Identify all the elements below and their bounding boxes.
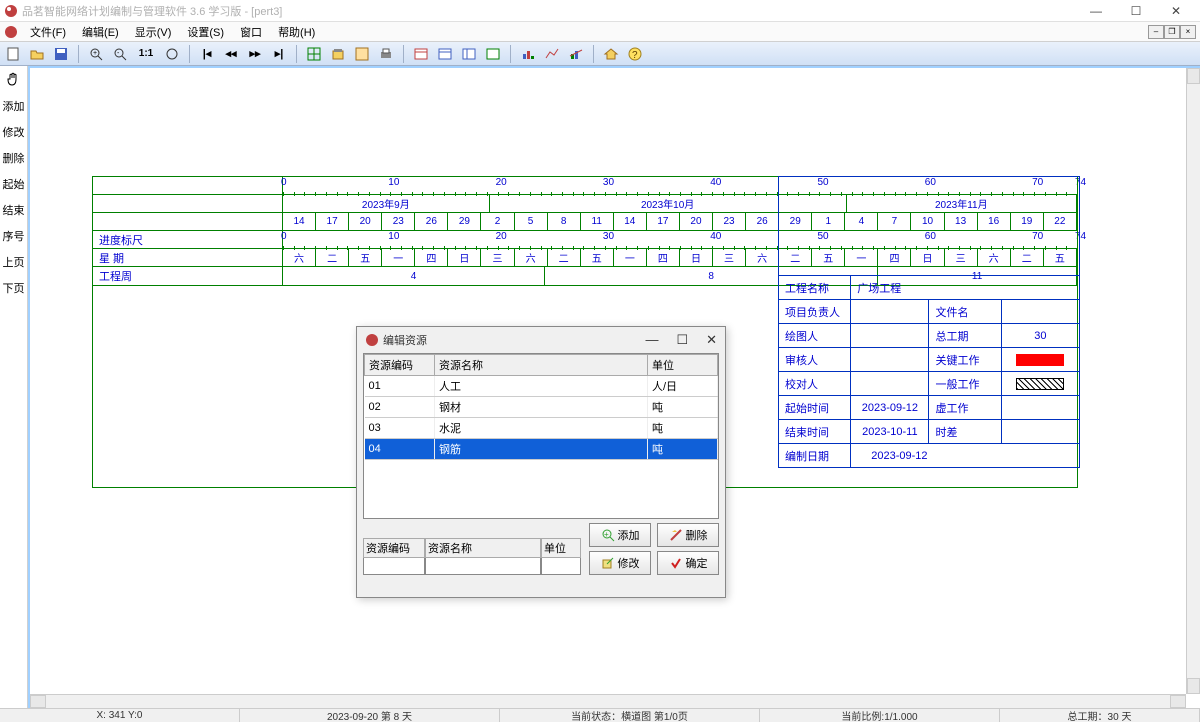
table1-icon[interactable]: [412, 45, 430, 63]
dialog-icon: [365, 333, 379, 347]
toolbar: + - 1:1 |◂ ◂◂ ▸▸ ▸| ?: [0, 42, 1200, 66]
zoom-out-icon[interactable]: -: [111, 45, 129, 63]
dialog-title: 编辑资源: [383, 332, 645, 348]
new-icon[interactable]: [4, 45, 22, 63]
minimize-button[interactable]: —: [1076, 1, 1116, 21]
left-tool-1[interactable]: 修改: [3, 124, 25, 140]
layer-icon[interactable]: [329, 45, 347, 63]
left-tool-0[interactable]: 添加: [3, 98, 25, 114]
zoom-fit-icon[interactable]: [163, 45, 181, 63]
prev-icon[interactable]: ◂◂: [222, 45, 240, 63]
table-row[interactable]: 03水泥吨: [365, 418, 718, 439]
left-tool-5[interactable]: 序号: [3, 228, 25, 244]
delete-button[interactable]: 删除: [657, 523, 719, 547]
mdi-app-icon: [4, 25, 18, 39]
input-row: 资源编码 资源名称 单位: [363, 538, 581, 575]
info-table: 工程名称广场工程 项目负责人文件名 绘图人总工期30 审核人关键工作 校对人一般…: [778, 275, 1080, 468]
print-icon[interactable]: [377, 45, 395, 63]
open-icon[interactable]: [28, 45, 46, 63]
zoom-in-icon[interactable]: +: [87, 45, 105, 63]
scale-label: 进度标尺: [93, 231, 283, 248]
mdi-controls: – ❐ ×: [1148, 25, 1196, 39]
svg-text:+: +: [604, 530, 609, 539]
last-icon[interactable]: ▸|: [270, 45, 288, 63]
left-tool-7[interactable]: 下页: [3, 280, 25, 296]
dialog-titlebar[interactable]: 编辑资源 — ☐ ✕: [357, 327, 725, 353]
menu-settings[interactable]: 设置(S): [179, 22, 232, 42]
table-row[interactable]: 01人工人/日: [365, 376, 718, 397]
first-icon[interactable]: |◂: [198, 45, 216, 63]
normal-legend: [1016, 378, 1064, 390]
projweek-label: 工程周: [93, 267, 283, 285]
resource-icon[interactable]: [353, 45, 371, 63]
col-code[interactable]: 资源编码: [365, 355, 435, 376]
col-name[interactable]: 资源名称: [435, 355, 648, 376]
edit-resource-dialog: 编辑资源 — ☐ ✕ 资源编码 资源名称 单位 01人工人/日02钢材吨03水泥…: [356, 326, 726, 598]
left-toolbar: 添加修改删除起始结束序号上页下页: [0, 66, 28, 708]
table-row[interactable]: 04钢筋吨: [365, 439, 718, 460]
menu-help[interactable]: 帮助(H): [270, 22, 323, 42]
menubar: 文件(F) 编辑(E) 显示(V) 设置(S) 窗口 帮助(H) – ❐ ×: [0, 22, 1200, 42]
chart3-icon[interactable]: [567, 45, 585, 63]
dialog-minimize[interactable]: —: [645, 332, 658, 348]
left-tool-6[interactable]: 上页: [3, 254, 25, 270]
code-input-label: 资源编码: [363, 538, 425, 558]
menu-file[interactable]: 文件(F): [22, 22, 74, 42]
titlebar: 品茗智能网络计划编制与管理软件 3.6 学习版 - [pert3] — ☐ ✕: [0, 0, 1200, 22]
app-icon: [4, 4, 18, 18]
menu-window[interactable]: 窗口: [232, 22, 270, 42]
statusbar: X: 341 Y:0 2023-09-20 第 8 天 当前状态：横道图 第1/…: [0, 708, 1200, 722]
svg-text:-: -: [117, 50, 120, 57]
week-label: 星 期: [93, 249, 283, 266]
mdi-minimize[interactable]: –: [1148, 25, 1164, 39]
mdi-close[interactable]: ×: [1180, 25, 1196, 39]
home-icon[interactable]: [602, 45, 620, 63]
menu-edit[interactable]: 编辑(E): [74, 22, 127, 42]
name-input-label: 资源名称: [425, 538, 541, 558]
info-panel: 工程名称广场工程 项目负责人文件名 绘图人总工期30 审核人关键工作 校对人一般…: [778, 176, 1080, 468]
resource-table[interactable]: 资源编码 资源名称 单位 01人工人/日02钢材吨03水泥吨04钢筋吨: [363, 353, 719, 519]
left-tool-2[interactable]: 删除: [3, 150, 25, 166]
status-coord: X: 341 Y:0: [0, 709, 240, 722]
svg-text:?: ?: [632, 50, 638, 61]
scrollbar-horizontal[interactable]: [30, 694, 1186, 708]
menu-view[interactable]: 显示(V): [127, 22, 180, 42]
hand-tool-icon[interactable]: [5, 70, 23, 88]
status-total: 总工期：30 天: [1000, 709, 1200, 722]
maximize-button[interactable]: ☐: [1116, 1, 1156, 21]
col-unit[interactable]: 单位: [648, 355, 718, 376]
table-row[interactable]: 02钢材吨: [365, 397, 718, 418]
unit-input[interactable]: [541, 558, 581, 575]
mdi-restore[interactable]: ❐: [1164, 25, 1180, 39]
status-date: 2023-09-20 第 8 天: [240, 709, 500, 722]
chart1-icon[interactable]: [519, 45, 537, 63]
unit-input-label: 单位: [541, 538, 581, 558]
dialog-maximize[interactable]: ☐: [676, 332, 688, 348]
add-button[interactable]: +添加: [589, 523, 651, 547]
status-ratio: 当前比例:1/1.000: [760, 709, 1000, 722]
modify-button[interactable]: 修改: [589, 551, 651, 575]
left-tool-3[interactable]: 起始: [3, 176, 25, 192]
scrollbar-vertical[interactable]: [1186, 68, 1200, 694]
save-icon[interactable]: [52, 45, 70, 63]
close-button[interactable]: ✕: [1156, 1, 1196, 21]
left-tool-4[interactable]: 结束: [3, 202, 25, 218]
status-state: 当前状态：横道图 第1/0页: [500, 709, 760, 722]
window-title: 品茗智能网络计划编制与管理软件 3.6 学习版 - [pert3]: [22, 3, 1076, 19]
zoom-11-icon[interactable]: 1:1: [135, 45, 157, 63]
table4-icon[interactable]: [484, 45, 502, 63]
table2-icon[interactable]: [436, 45, 454, 63]
grid-icon[interactable]: [305, 45, 323, 63]
table3-icon[interactable]: [460, 45, 478, 63]
ok-button[interactable]: 确定: [657, 551, 719, 575]
code-input[interactable]: [363, 558, 425, 575]
svg-text:+: +: [93, 50, 97, 57]
critical-legend: [1016, 354, 1064, 366]
name-input[interactable]: [425, 558, 541, 575]
dialog-close[interactable]: ✕: [706, 332, 717, 348]
help-icon[interactable]: ?: [626, 45, 644, 63]
next-icon[interactable]: ▸▸: [246, 45, 264, 63]
chart2-icon[interactable]: [543, 45, 561, 63]
